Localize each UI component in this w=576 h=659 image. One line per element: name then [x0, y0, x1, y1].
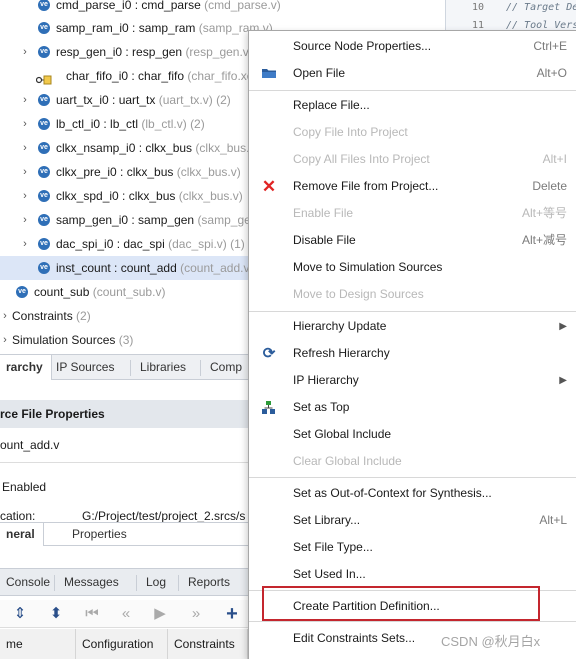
- tab-ip-sources[interactable]: IP Sources: [48, 355, 122, 380]
- verilog-icon: ve: [38, 0, 50, 11]
- verilog-icon: ve: [38, 166, 50, 178]
- menu-item-open-file[interactable]: Open File Alt+O: [249, 60, 576, 87]
- first-icon[interactable]: ⏮: [82, 604, 102, 624]
- menu-item-move-to-design-sources[interactable]: Move to Design Sources: [249, 281, 576, 308]
- chevron-right-icon[interactable]: ›: [20, 184, 30, 208]
- add-icon[interactable]: +: [222, 604, 242, 624]
- remove-icon: ✕: [261, 177, 277, 196]
- context-menu: Source Node Properties... Ctrl+E Open Fi…: [248, 30, 576, 659]
- menu-item-copy-file-into-project[interactable]: Copy File Into Project: [249, 119, 576, 146]
- column-header-configuration[interactable]: Configuration: [76, 629, 168, 659]
- menu-item-refresh-hierarchy[interactable]: ⟳ Refresh Hierarchy: [249, 340, 576, 367]
- tab-properties[interactable]: Properties: [64, 523, 135, 546]
- verilog-icon: ve: [38, 22, 50, 34]
- set-top-icon: [261, 400, 277, 416]
- column-header-name[interactable]: me: [0, 629, 76, 659]
- folder-icon: [261, 66, 277, 82]
- collapse-all-icon[interactable]: ⇕: [10, 604, 30, 624]
- verilog-icon: ve: [38, 190, 50, 202]
- verilog-icon: ve: [38, 46, 50, 58]
- source-file-properties-title: rce File Properties: [0, 400, 248, 428]
- menu-item-set-global-include[interactable]: Set Global Include: [249, 421, 576, 448]
- menu-item-ip-hierarchy[interactable]: IP Hierarchy ▶: [249, 367, 576, 394]
- location-label: cation:: [0, 509, 36, 523]
- tab-libraries[interactable]: Libraries: [132, 355, 194, 380]
- chevron-right-icon[interactable]: ›: [0, 328, 10, 352]
- chevron-right-icon[interactable]: ›: [20, 40, 30, 64]
- column-header-constraints[interactable]: Constraints: [168, 629, 248, 659]
- menu-item-set-used-in[interactable]: Set Used In...: [249, 561, 576, 588]
- menu-item-set-out-of-context[interactable]: Set as Out-of-Context for Synthesis...: [249, 480, 576, 507]
- properties-tabbar: neral Properties: [0, 522, 248, 546]
- code-editor[interactable]: 10 // Target Devices: 11 // Tool Version…: [445, 0, 576, 34]
- enabled-label: Enabled: [2, 480, 47, 494]
- chevron-right-icon[interactable]: ›: [20, 88, 30, 112]
- menu-item-disable-file[interactable]: Disable File Alt+减号: [249, 227, 576, 254]
- tree-row-cmd-parse[interactable]: ve cmd_parse_i0 : cmd_parse (cmd_parse.v…: [0, 0, 445, 17]
- properties-filename: ount_add.v: [0, 438, 60, 452]
- menu-item-remove-file[interactable]: ✕ Remove File from Project... Delete: [249, 173, 576, 200]
- chevron-right-icon[interactable]: ›: [20, 136, 30, 160]
- code-comment: // Target Devices:: [506, 2, 576, 13]
- menu-item-set-as-top[interactable]: Set as Top: [249, 394, 576, 421]
- menu-item-replace-file[interactable]: Replace File...: [249, 92, 576, 119]
- menu-item-hierarchy-update[interactable]: Hierarchy Update ▶: [249, 313, 576, 340]
- refresh-icon: ⟳: [262, 345, 276, 362]
- verilog-icon: ve: [38, 94, 50, 106]
- highlight-box: [262, 586, 540, 621]
- location-value: G:/Project/test/project_2.srcs/s: [82, 509, 246, 523]
- play-icon[interactable]: ▶: [150, 604, 170, 624]
- bottom-tabbar: Console Messages Log Reports: [0, 568, 248, 596]
- ip-core-icon: [35, 70, 52, 85]
- submenu-arrow-icon: ▶: [559, 321, 567, 332]
- chevron-right-icon[interactable]: ›: [20, 232, 30, 256]
- verilog-icon: ve: [38, 238, 50, 250]
- watermark: CSDN @秋月白x: [441, 634, 541, 649]
- verilog-icon: ve: [38, 118, 50, 130]
- chevron-right-icon[interactable]: ›: [0, 304, 10, 328]
- tab-console[interactable]: Console: [0, 569, 58, 594]
- verilog-icon: ve: [16, 286, 28, 298]
- submenu-arrow-icon: ▶: [559, 375, 567, 386]
- menu-item-move-to-simulation-sources[interactable]: Move to Simulation Sources: [249, 254, 576, 281]
- chevron-right-icon[interactable]: ›: [20, 208, 30, 232]
- chevron-right-icon[interactable]: ›: [20, 112, 30, 136]
- previous-icon[interactable]: «: [116, 604, 136, 624]
- verilog-icon: ve: [38, 142, 50, 154]
- sources-tabbar: rarchy IP Sources Libraries Comp: [0, 354, 248, 380]
- menu-item-set-file-type[interactable]: Set File Type...: [249, 534, 576, 561]
- tab-messages[interactable]: Messages: [56, 569, 127, 594]
- run-toolbar: ⇕ ⬍ ⏮ « ▶ » +: [0, 600, 248, 628]
- expand-all-icon[interactable]: ⬍: [46, 604, 66, 624]
- menu-item-clear-global-include[interactable]: Clear Global Include: [249, 448, 576, 475]
- tab-hierarchy[interactable]: rarchy: [0, 355, 52, 380]
- chevron-right-icon[interactable]: ›: [20, 160, 30, 184]
- tab-log[interactable]: Log: [138, 569, 174, 594]
- next-icon[interactable]: »: [186, 604, 206, 624]
- menu-item-copy-all-files-into-project[interactable]: Copy All Files Into Project Alt+I: [249, 146, 576, 173]
- verilog-icon: ve: [38, 214, 50, 226]
- tab-general[interactable]: neral: [0, 523, 44, 546]
- menu-item-enable-file[interactable]: Enable File Alt+等号: [249, 200, 576, 227]
- line-number: 10: [471, 2, 484, 13]
- menu-item-source-node-properties[interactable]: Source Node Properties... Ctrl+E: [249, 33, 576, 60]
- tab-compile-order[interactable]: Comp: [202, 355, 250, 380]
- menu-item-set-library[interactable]: Set Library... Alt+L: [249, 507, 576, 534]
- tab-reports[interactable]: Reports: [180, 569, 238, 594]
- verilog-icon: ve: [38, 262, 50, 274]
